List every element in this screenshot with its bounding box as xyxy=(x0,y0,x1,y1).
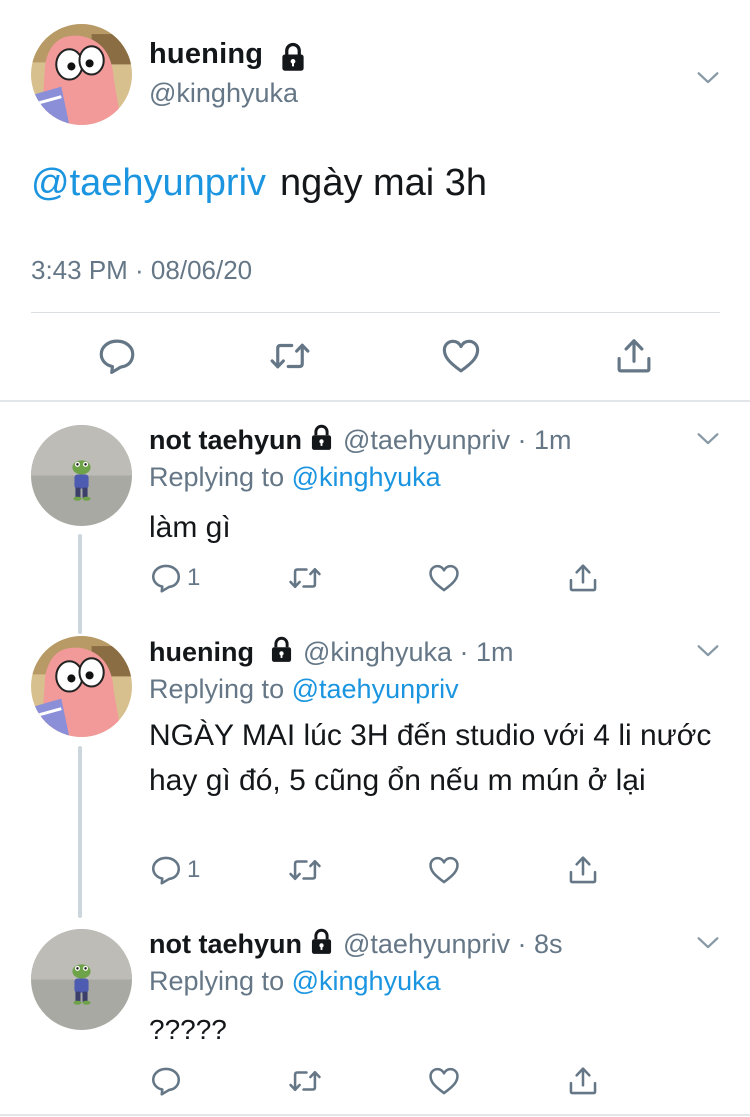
reply-text: làm gì xyxy=(149,511,231,544)
author-name[interactable]: huening xyxy=(149,38,263,71)
share-button[interactable] xyxy=(612,334,656,378)
author-handle[interactable]: @kinghyuka xyxy=(149,78,298,109)
chevron-down-icon[interactable] xyxy=(694,64,722,97)
like-button[interactable] xyxy=(427,852,461,888)
lock-icon xyxy=(278,42,308,77)
reply-text: ????? xyxy=(149,1014,227,1045)
avatar-huening[interactable] xyxy=(31,636,132,737)
divider xyxy=(31,312,720,313)
share-button[interactable] xyxy=(566,560,600,596)
reply-header: not taehyun @taehyunpriv · 1m xyxy=(149,424,572,458)
author-name[interactable]: huening xyxy=(149,637,254,667)
reply-button[interactable]: 1 xyxy=(149,852,200,888)
lock-icon xyxy=(268,636,295,670)
avatar-not-taehyun[interactable] xyxy=(31,425,132,526)
chevron-down-icon[interactable] xyxy=(694,637,722,670)
like-button[interactable] xyxy=(427,560,461,596)
replying-to-link[interactable]: @kinghyuka xyxy=(292,462,441,492)
reply-time[interactable]: · 8s xyxy=(518,929,563,959)
share-button[interactable] xyxy=(566,852,600,888)
reply-button[interactable] xyxy=(149,1063,187,1099)
replying-prefix: Replying to xyxy=(149,462,285,492)
reply-count: 1 xyxy=(187,856,201,883)
lock-icon xyxy=(308,424,335,458)
like-button[interactable] xyxy=(439,334,483,378)
reply-header: huening @kinghyuka · 1m xyxy=(149,636,514,670)
author-name[interactable]: not taehyun xyxy=(149,425,302,455)
reply-button[interactable]: 1 xyxy=(149,560,200,596)
reply-text: NGÀY MAI lúc 3H đến studio với 4 li nước… xyxy=(149,719,712,797)
chevron-down-icon[interactable] xyxy=(694,425,722,458)
reply-count: 1 xyxy=(187,564,201,591)
retweet-button[interactable] xyxy=(288,852,322,888)
retweet-button[interactable] xyxy=(268,334,312,378)
tweet-timestamp[interactable]: 3:43 PM · 08/06/20 xyxy=(31,255,252,286)
share-button[interactable] xyxy=(566,1063,600,1099)
lock-icon xyxy=(308,928,335,962)
mention-link[interactable]: @taehyunpriv xyxy=(31,162,266,204)
replying-to: Replying to @kinghyuka xyxy=(149,966,441,997)
author-handle[interactable]: @taehyunpriv xyxy=(343,425,510,455)
author-name[interactable]: not taehyun xyxy=(149,929,302,959)
tweet-body: ngày mai 3h xyxy=(280,162,488,204)
replying-to: Replying to @taehyunpriv xyxy=(149,674,459,705)
avatar-not-taehyun[interactable] xyxy=(31,929,132,1030)
avatar-huening[interactable] xyxy=(31,24,132,125)
replying-to-link[interactable]: @taehyunpriv xyxy=(292,674,459,704)
author-handle[interactable]: @taehyunpriv xyxy=(343,929,510,959)
retweet-button[interactable] xyxy=(288,560,322,596)
bottom-divider xyxy=(0,1114,750,1116)
reply-time[interactable]: · 1m xyxy=(518,425,572,455)
section-divider xyxy=(0,400,750,402)
replying-prefix: Replying to xyxy=(149,966,285,996)
reply-header: not taehyun @taehyunpriv · 8s xyxy=(149,928,563,962)
replying-to-link[interactable]: @kinghyuka xyxy=(292,966,441,996)
thread-line xyxy=(78,534,82,634)
chevron-down-icon[interactable] xyxy=(694,929,722,962)
main-tweet: huening @kinghyuka @taehyunpriv ngày mai … xyxy=(0,0,750,401)
replying-to: Replying to @kinghyuka xyxy=(149,462,441,493)
retweet-button[interactable] xyxy=(288,1063,322,1099)
thread-line xyxy=(78,746,82,918)
reply-time[interactable]: · 1m xyxy=(460,637,514,667)
author-handle[interactable]: @kinghyuka xyxy=(303,637,452,667)
reply-button[interactable] xyxy=(95,334,139,378)
like-button[interactable] xyxy=(427,1063,461,1099)
tweet-text: @taehyunpriv ngày mai 3h xyxy=(31,162,487,205)
replying-prefix: Replying to xyxy=(149,674,285,704)
